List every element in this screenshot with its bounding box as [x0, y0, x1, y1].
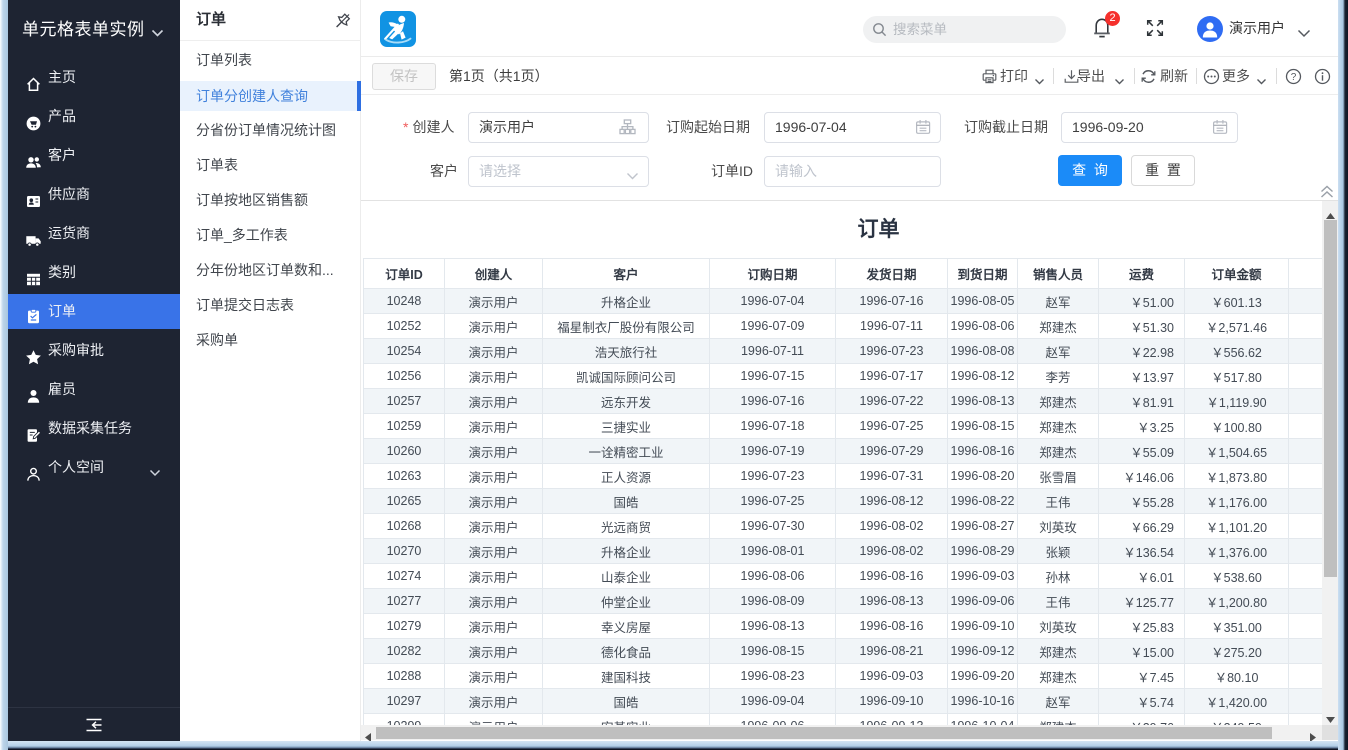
svg-text:?: ?	[1291, 72, 1297, 83]
